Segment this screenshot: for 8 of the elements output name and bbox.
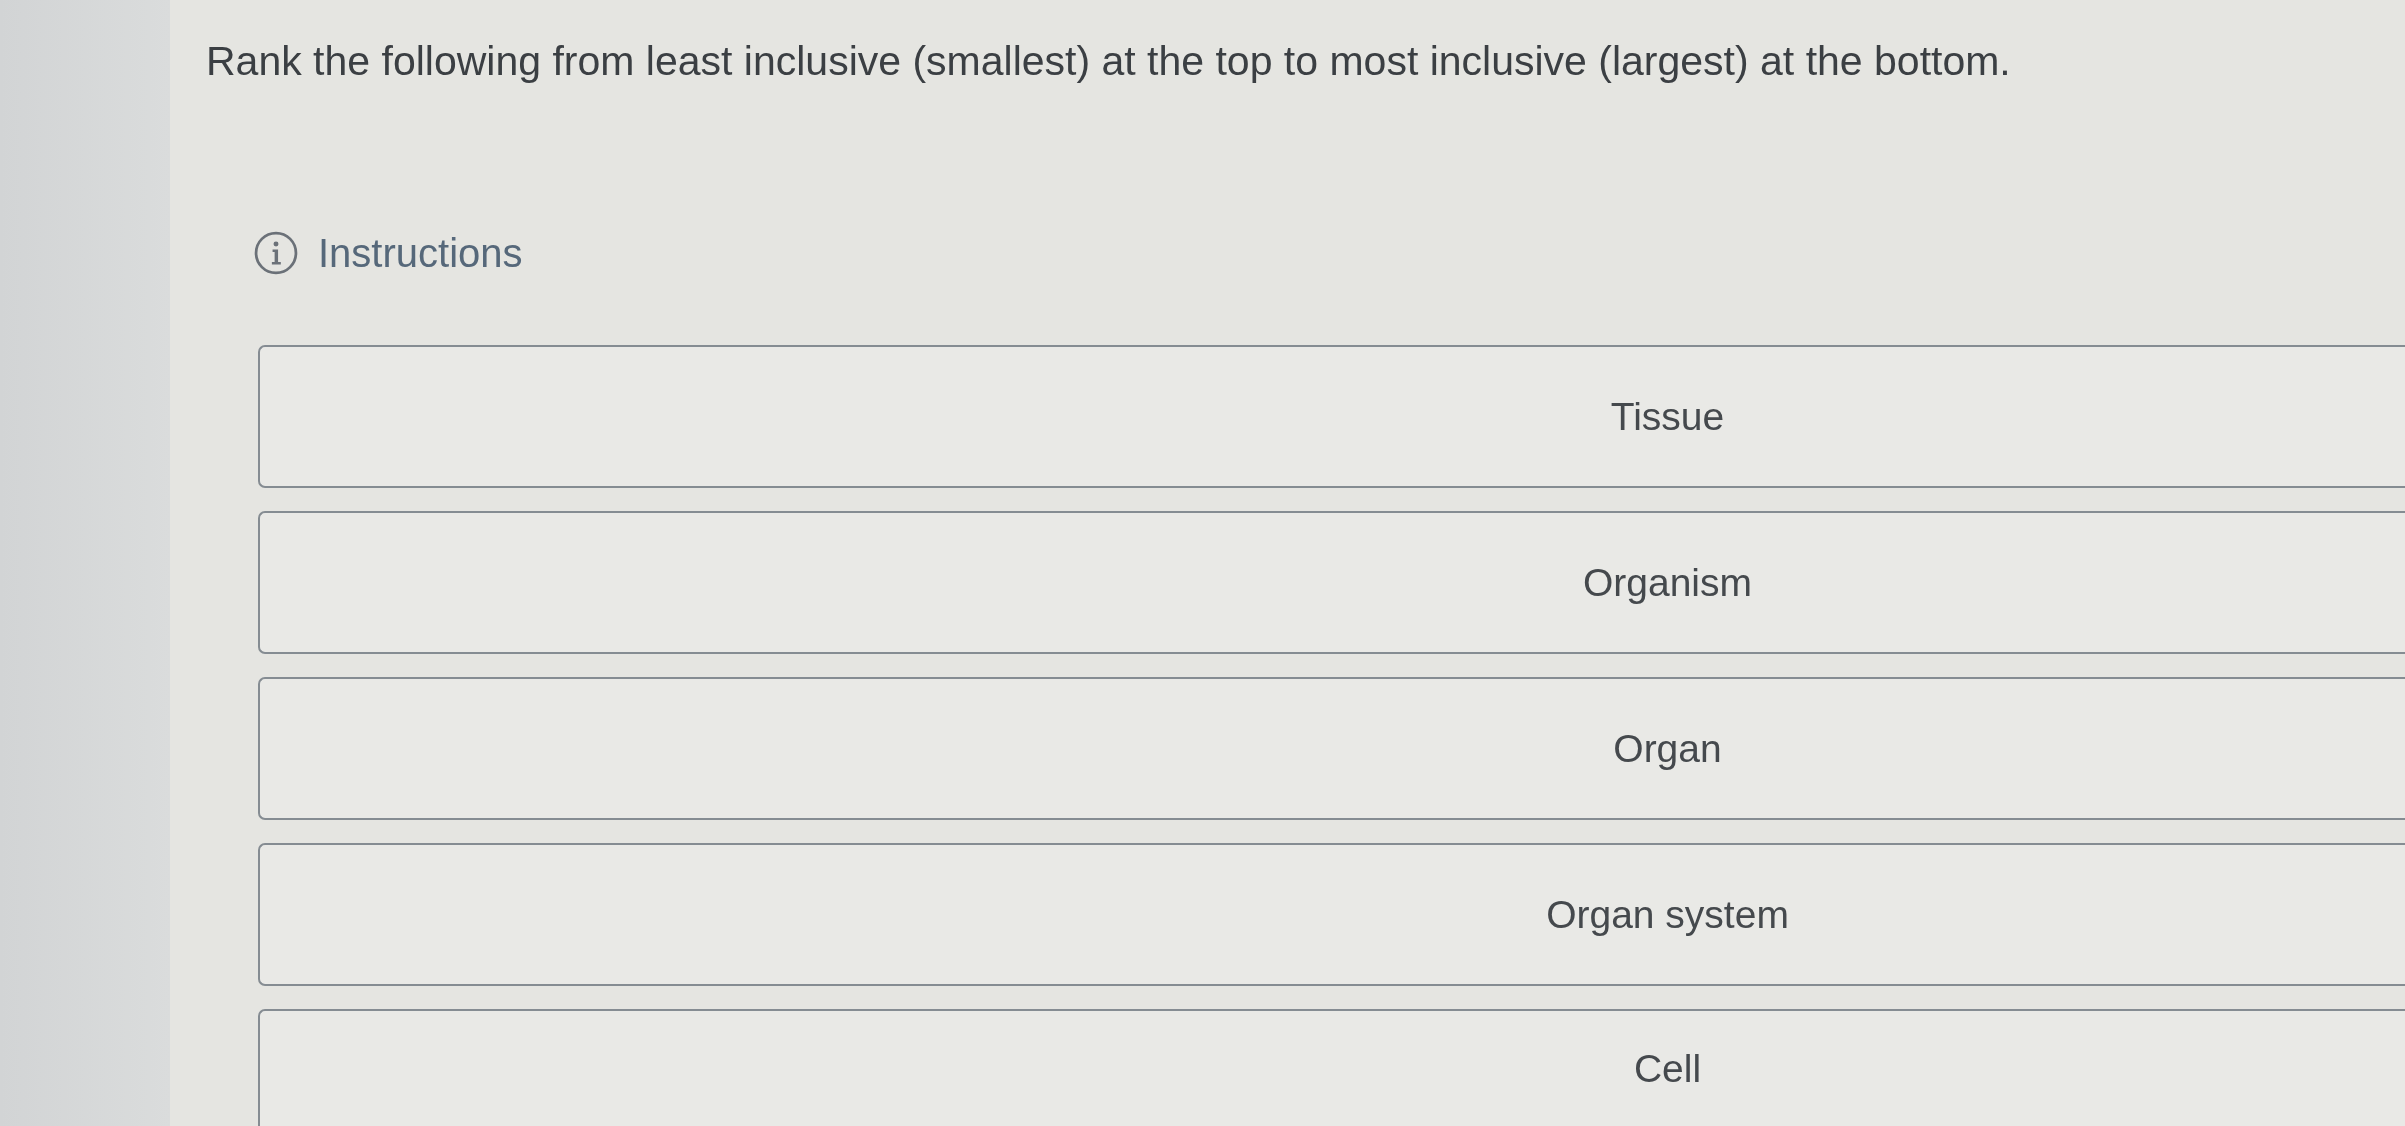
ranking-item[interactable]: Cell [258, 1009, 2405, 1126]
instructions-link[interactable]: Instructions [318, 231, 523, 275]
ranking-item[interactable]: Organ [258, 677, 2405, 820]
ranking-item[interactable]: Organ system [258, 843, 2405, 986]
info-icon [254, 231, 298, 275]
ranking-item[interactable]: Organism [258, 511, 2405, 654]
question-prompt: Rank the following from least inclusive (smallest) at the top to most inclusive (largest) at the bottom. [206, 37, 2012, 86]
ranking-item[interactable]: Tissue [258, 345, 2405, 488]
